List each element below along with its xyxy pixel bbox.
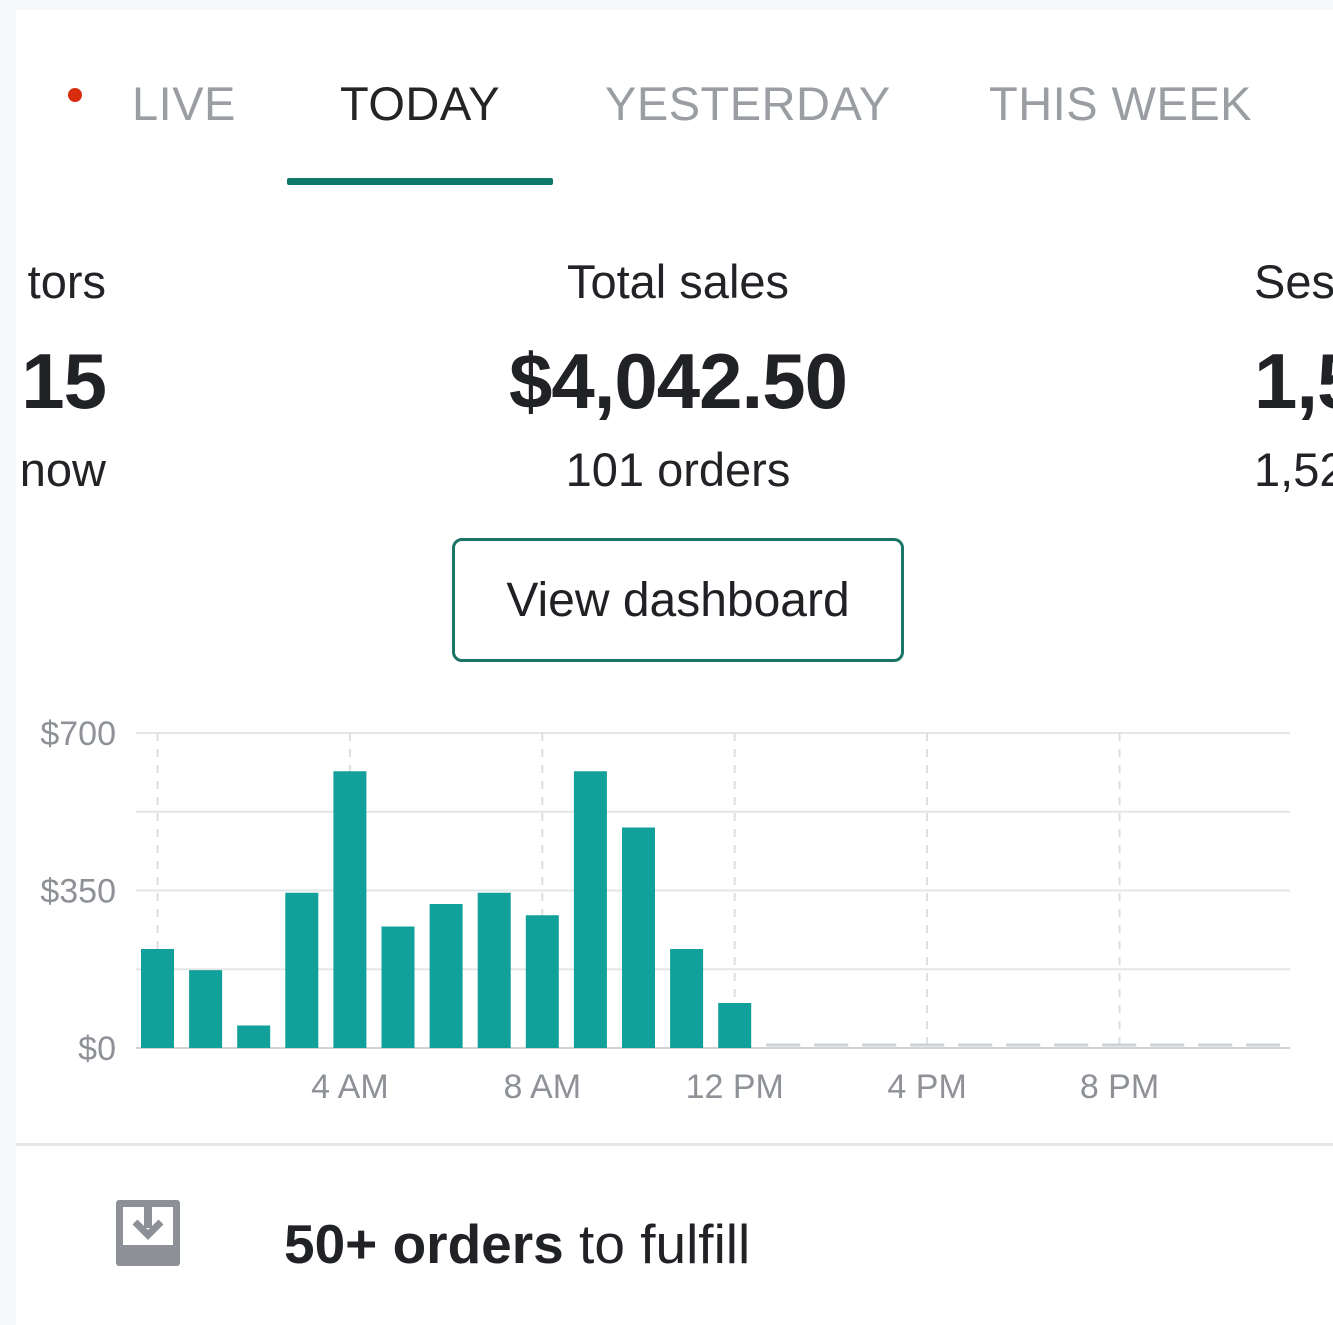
orders-suffix: to fulfill: [563, 1213, 751, 1275]
metric-value: $4,042.50: [508, 337, 848, 425]
active-tab-indicator: [287, 178, 553, 185]
x-tick-label: 4 PM: [887, 1068, 966, 1106]
tab-live[interactable]: LIVE: [132, 76, 236, 131]
metric-subtext: now: [19, 443, 106, 496]
bar: [718, 1003, 752, 1048]
bar: [141, 949, 174, 1048]
bar: [622, 827, 655, 1048]
bar: [189, 970, 223, 1048]
metric-value: 1,5: [1254, 337, 1333, 425]
bar: [670, 949, 704, 1048]
bar: [237, 1025, 271, 1048]
bar: [477, 892, 511, 1048]
date-range-tabs: LIVE TODAY YESTERDAY THIS WEEK: [16, 10, 1333, 200]
metric-value: 15: [21, 337, 107, 425]
live-indicator-icon: [68, 88, 82, 102]
orders-to-fulfill[interactable]: 50+ orders to fulfill: [284, 1212, 750, 1276]
bar: [381, 926, 415, 1048]
orders-count: 50+ orders: [284, 1213, 564, 1275]
y-tick-label: $350: [40, 873, 116, 911]
y-tick-label: $0: [78, 1030, 116, 1068]
y-tick-label: $700: [40, 715, 116, 753]
x-tick-label: 8 AM: [504, 1068, 581, 1106]
metric-label: Ses: [1254, 255, 1333, 308]
sales-bar-chart: $0 $350 $700 4 AM 8 AM 12 PM 4 PM 8 PM: [40, 715, 1290, 1106]
bar: [285, 892, 319, 1048]
view-dashboard-button[interactable]: View dashboard: [452, 538, 904, 662]
metric-label: tors: [27, 255, 106, 308]
x-tick-label: 8 PM: [1080, 1068, 1159, 1106]
x-tick-label: 12 PM: [686, 1068, 784, 1106]
bar: [429, 904, 463, 1048]
metric-label: Total sales: [566, 255, 790, 308]
inbox-download-icon: [116, 1200, 180, 1266]
bar: [573, 771, 607, 1048]
tab-today[interactable]: TODAY: [340, 76, 500, 131]
bar: [525, 915, 559, 1048]
x-tick-label: 4 AM: [311, 1068, 388, 1106]
tab-yesterday[interactable]: YESTERDAY: [605, 76, 891, 131]
tab-this-week[interactable]: THIS WEEK: [989, 76, 1252, 131]
metric-subtext: 1,52: [1254, 443, 1333, 496]
bar: [333, 771, 367, 1048]
metric-subtext: 101 orders: [565, 443, 791, 496]
divider: [16, 1143, 1333, 1146]
home-card: LIVE TODAY YESTERDAY THIS WEEK tors 15 n…: [16, 10, 1333, 1325]
